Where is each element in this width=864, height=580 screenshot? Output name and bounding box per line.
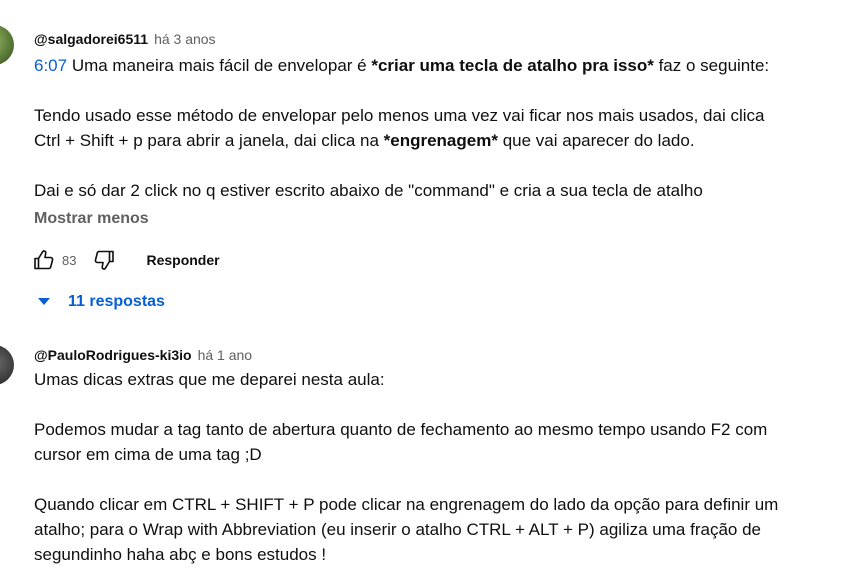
comment-actions: 83 Responder — [30, 244, 220, 276]
comment-line: Dai e só dar 2 click no q estiver escrit… — [34, 181, 703, 200]
like-button[interactable] — [30, 246, 58, 274]
like-count: 83 — [62, 252, 77, 268]
thumb-down-icon — [95, 250, 115, 270]
comment-line: segundinho haha abç e bons estudos ! — [34, 545, 327, 564]
caret-down-icon — [38, 298, 50, 305]
comment-author[interactable]: @PauloRodrigues-ki3io — [34, 345, 192, 365]
comment: @PauloRodrigues-ki3io há 1 ano Umas dica… — [34, 345, 864, 567]
comment-line: Umas dicas extras que me deparei nesta a… — [34, 370, 385, 389]
comment: @salgadorei6511 há 3 anos 6:07 Uma manei… — [34, 29, 864, 230]
comment-text: Uma maneira mais fácil de envelopar é — [67, 56, 372, 75]
comment-line: 6:07 Uma maneira mais fácil de envelopar… — [34, 53, 864, 78]
comment-line: Tendo usado esse método de envelopar pel… — [34, 106, 765, 125]
comment-header: @salgadorei6511 há 3 anos — [34, 29, 864, 49]
comment-line: Podemos mudar a tag tanto de abertura qu… — [34, 420, 768, 439]
comment-line: Ctrl + Shift + p para abrir a janela, da… — [34, 128, 864, 153]
comment-author[interactable]: @salgadorei6511 — [34, 29, 148, 49]
replies-count-label: 11 respostas — [68, 293, 165, 310]
comment-time[interactable]: há 3 anos — [154, 29, 216, 49]
comment-text: Ctrl + Shift + p para abrir a janela, da… — [34, 131, 384, 150]
comment-line: atalho; para o Wrap with Abbreviation (e… — [34, 520, 761, 539]
comment-body: Umas dicas extras que me deparei nesta a… — [34, 367, 864, 567]
comment-bold-text: *engrenagem* — [383, 131, 498, 150]
comment-bold-text: *criar uma tecla de atalho pra isso* — [371, 56, 654, 75]
dislike-button[interactable] — [90, 246, 118, 274]
avatar[interactable] — [0, 345, 14, 385]
show-less-button[interactable]: Mostrar menos — [34, 208, 864, 230]
comment-time[interactable]: há 1 ano — [198, 345, 253, 365]
avatar[interactable] — [0, 25, 14, 65]
comment-header: @PauloRodrigues-ki3io há 1 ano — [34, 345, 864, 365]
view-replies-button[interactable]: 11 respostas — [38, 289, 165, 315]
thumb-up-icon — [34, 250, 54, 270]
video-timestamp-link[interactable]: 6:07 — [34, 56, 67, 75]
comment-line: Quando clicar em CTRL + SHIFT + P pode c… — [34, 495, 779, 514]
comment-body: 6:07 Uma maneira mais fácil de envelopar… — [34, 53, 864, 203]
comment-line: cursor em cima de uma tag ;D — [34, 445, 262, 464]
reply-button[interactable]: Responder — [146, 252, 219, 268]
comment-text: que vai aparecer do lado. — [497, 131, 695, 150]
comment-text: faz o seguinte: — [653, 56, 770, 75]
